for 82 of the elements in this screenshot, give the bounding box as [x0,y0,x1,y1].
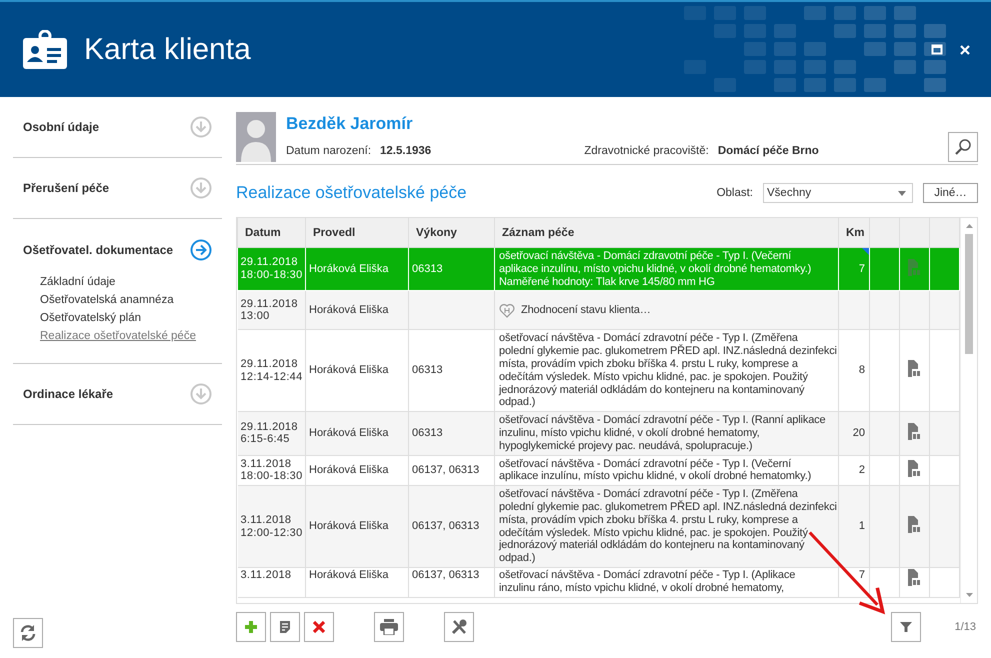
table-cell: Horáková Eliška [306,567,408,598]
note-icon [277,619,293,635]
delete-button[interactable] [304,612,334,642]
scrollbar-thumb[interactable] [965,234,973,354]
search-button[interactable] [948,132,978,162]
document-icon[interactable] [908,422,922,440]
close-icon[interactable] [959,44,971,56]
section-title: Realizace ošetřovatelské péče [236,183,468,203]
workplace-label: Zdravotnické pracoviště: [584,145,709,157]
table-cell: 20 [852,426,865,439]
sidebar-section[interactable]: Osobní údaje [13,97,222,157]
table-row[interactable] [238,412,960,456]
column-header[interactable]: Provedl [306,218,408,248]
window-title: Karta klienta [84,32,252,66]
sidebar-link[interactable]: Realizace ošetřovatelské péče [40,327,222,345]
sidebar-section[interactable]: Přerušení péče [13,158,222,218]
area-select[interactable]: Všechny [763,183,913,203]
refresh-icon [19,624,37,642]
arrow-down-circle-icon [190,383,212,405]
document-icon[interactable] [908,360,922,378]
document-icon[interactable] [908,568,922,586]
column-header[interactable]: Výkony [408,218,494,248]
document-icon[interactable] [908,516,922,534]
table-row[interactable]: 29.11.2018 13:00 Horáková Eliška Zhodnocení stavu klienta… [238,290,960,330]
table-cell: Horáková Eliška [306,486,408,568]
table-cell: 7 [858,568,865,581]
arrow-down-circle-icon [190,177,212,199]
record-text[interactable]: Zhodnocení stavu klienta… [521,304,651,317]
table-cell: 06313 [408,412,494,456]
sidebar-link[interactable]: Ošetřovatelský plán [40,309,222,327]
document-icon[interactable] [908,460,922,477]
table-cell: Horáková Eliška [306,412,408,456]
column-header[interactable]: Záznam péče [494,218,838,248]
add-button[interactable] [236,612,266,642]
sidebar-link[interactable]: Ošetřovatelská anamnéza [40,291,222,309]
refresh-button[interactable] [13,618,43,648]
table-cell: 7 [858,262,865,275]
arrow-right-circle-icon [190,239,212,261]
table-row[interactable] [238,486,960,568]
table-cell: ošetřovací návštěva - Domácí zdravotní péče - Typ I. (Ranní aplikace inzulinu, místo vpichu klidné, v okolí drobné hematomy, hypoglykemické projevy pac. neudává, spolupracuje.) [494,412,838,456]
plus-icon [243,619,259,635]
table-cell: 1 [858,520,865,532]
print-button[interactable] [374,612,404,642]
table-cell: 8 [858,364,865,376]
area-label: Oblast: [716,187,753,199]
heart-h-icon [499,302,515,318]
search-icon [954,138,972,156]
table-cell: ošetřovací návštěva - Domácí zdravotní péče - Typ I. (Změřena polední glykemie pac. glukometrem PŘED apl. INZ.následná dezinfekci místa, provádím vpich zboku bříška 4. prstu L ruky, komprese a odečítám výsledek. Místo vpichu klidné, pac. je spokojen. Použitý jednorázový materiál odkládám do kontejneru na kontaminovaný odpad.) [494,486,838,568]
page-counter: 1/13 [954,621,976,633]
column-header[interactable]: Km [838,218,870,248]
sidebar-section[interactable]: Ordinace lékaře [13,364,222,424]
column-header[interactable]: Datum [238,218,306,248]
avatar-silhouette [236,112,276,162]
other-button[interactable]: Jiné… [923,183,978,203]
tools-button[interactable] [444,612,474,642]
filter-button[interactable] [890,612,921,642]
table-row[interactable] [238,330,960,412]
birth-date: 12.5.1936 [380,145,432,157]
birth-date-label: Datum narození: [286,145,372,157]
tools-icon [450,618,468,636]
scroll-down-icon[interactable] [966,593,972,597]
table-cell: 3.11.2018 12:00-12:30 [238,486,306,568]
table-cell: 3.11.2018 [238,567,306,598]
id-card-icon [22,30,68,70]
edit-button[interactable] [270,612,300,642]
table-cell: 29.11.2018 6:15-6:45 [238,412,306,456]
sidebar-link[interactable]: Základní údaje [40,273,222,291]
caret-icon [898,190,906,196]
printer-icon [380,619,398,635]
filter-icon [900,621,912,633]
scroll-up-icon[interactable] [966,224,972,228]
table-row[interactable]: 3.11.2018 Horáková Eliška 06137, 06313 ošetřovací návštěva - Domácí zdravotní péče - Typ I. (Aplikace inzulinu ráno, místo vpichu klidné, v okolí drobné hematomy, 7 [238,567,960,598]
workplace: Domácí péče Brno [718,145,819,157]
table-cell: 06137, 06313 [408,567,494,598]
patient-name: Bezděk Jaromír [286,114,414,134]
maximize-icon[interactable] [931,44,943,56]
arrow-down-circle-icon [190,116,212,138]
cross-icon [311,619,327,635]
sidebar-section[interactable]: Ošetřovatel. dokumentace [13,227,222,273]
table-cell: 06137, 06313 [408,486,494,568]
table-cell: 2 [858,464,865,476]
table-cell: ošetřovací návštěva - Domácí zdravotní péče - Typ I. (Aplikace inzulinu ráno, místo vpichu klidné, v okolí drobné hematomy, [494,567,838,598]
